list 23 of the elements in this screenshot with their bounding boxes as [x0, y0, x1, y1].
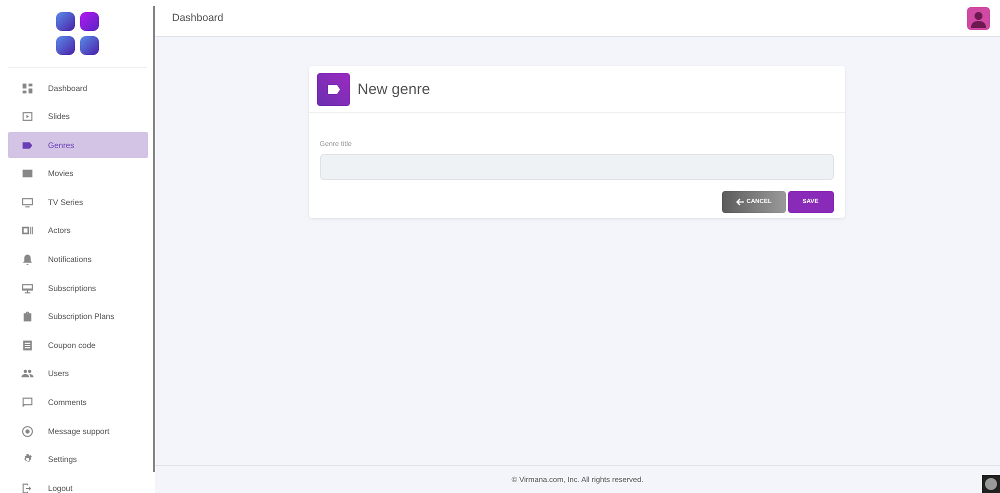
- sidebar-item[interactable]: TV Series: [8, 189, 148, 216]
- sidebar-item[interactable]: Notifications: [8, 246, 148, 273]
- avatar-icon[interactable]: [967, 6, 990, 30]
- sidebar-item[interactable]: Users: [8, 360, 148, 387]
- toolbar-toggle-icon[interactable]: [982, 475, 1000, 493]
- sidebar-item[interactable]: Coupon code: [8, 332, 148, 358]
- sidebar-item[interactable]: Subscriptions: [8, 275, 148, 302]
- logo-icon: [56, 12, 100, 56]
- sidebar-item[interactable]: Dashboard: [8, 75, 148, 101]
- arrow-left-icon: [736, 198, 744, 206]
- sidebar-item[interactable]: Settings: [8, 446, 148, 473]
- sidebar-item[interactable]: Comments: [8, 390, 148, 416]
- input-field[interactable]: [320, 154, 834, 180]
- sidebar-item[interactable]: Slides: [8, 104, 148, 130]
- sidebar-item[interactable]: Subscription Plans: [8, 304, 148, 330]
- card-title: New genre: [358, 80, 430, 98]
- page-title: Dashboard: [172, 12, 224, 24]
- tag-icon: [316, 72, 350, 106]
- sidebar-item[interactable]: Movies: [8, 160, 148, 187]
- sidebar-item[interactable]: Genres: [8, 132, 148, 158]
- sidebar-item[interactable]: Logout: [8, 475, 148, 493]
- sidebar-item[interactable]: Actors: [8, 218, 148, 244]
- sidebar-item[interactable]: Message support: [8, 418, 148, 444]
